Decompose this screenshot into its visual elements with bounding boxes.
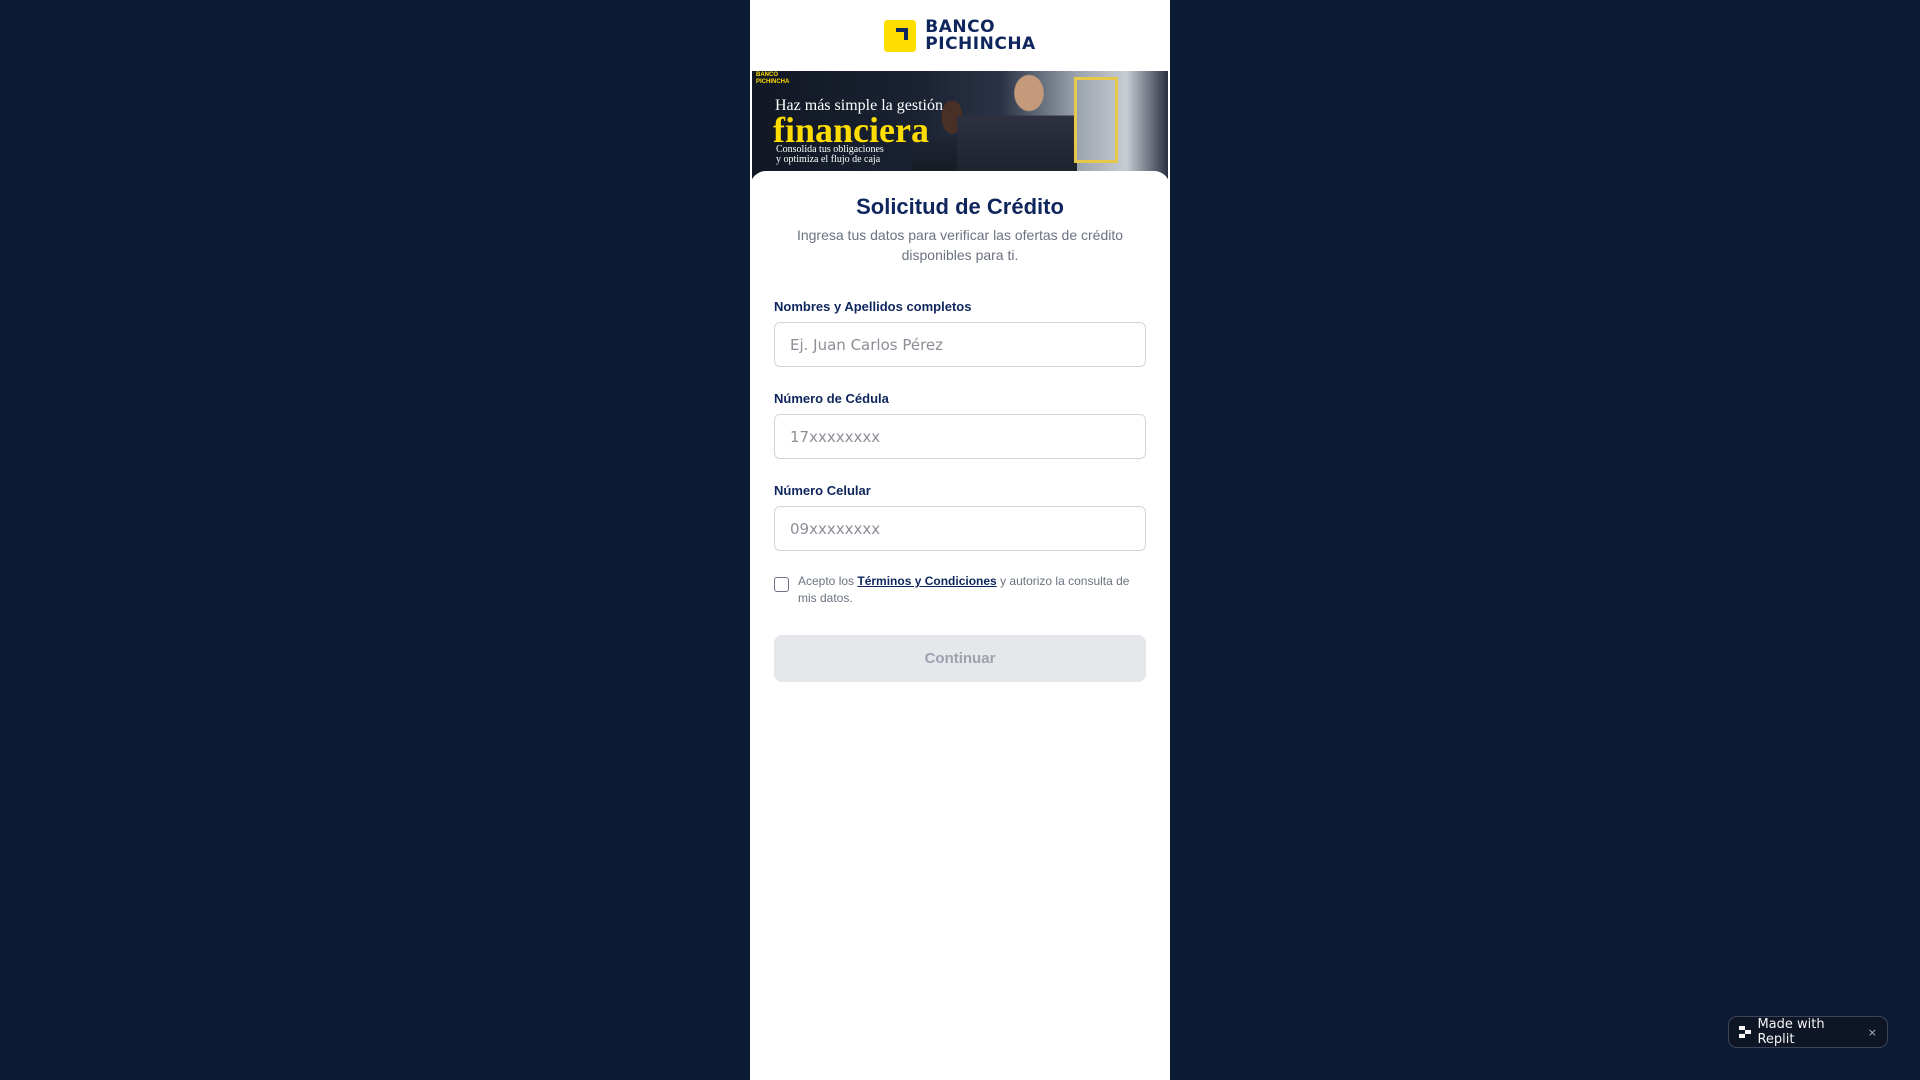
banner-foot-text: Consolida tus obligaciones y optimiza el… — [776, 144, 884, 165]
phone-input[interactable] — [774, 506, 1146, 551]
close-icon[interactable]: × — [1868, 1026, 1877, 1039]
banner-brand-small: BANCO PICHINCHA — [756, 72, 790, 85]
logo-line-1: BANCO — [925, 16, 996, 37]
credit-form-card: Solicitud de Crédito Ingresa tus datos p… — [750, 171, 1170, 682]
made-with-replit-badge[interactable]: Made with Replit × — [1728, 1016, 1888, 1048]
terms-row: Acepto los Términos y Condiciones y auto… — [774, 573, 1146, 607]
banner-frame-graphic — [1074, 77, 1118, 163]
terms-text: Acepto los Términos y Condiciones y auto… — [798, 574, 1130, 605]
full-name-label: Nombres y Apellidos completos — [774, 299, 972, 314]
full-name-input[interactable] — [774, 322, 1146, 367]
terms-checkbox[interactable] — [774, 577, 789, 592]
replit-badge-label: Made with Replit — [1757, 1017, 1825, 1047]
cedula-label: Número de Cédula — [774, 391, 889, 406]
banco-pichincha-logo: BANCO PICHINCHA — [884, 16, 1036, 54]
continue-button[interactable]: Continuar — [774, 635, 1146, 682]
banner-person-image — [957, 71, 1077, 181]
terms-link[interactable]: Términos y Condiciones — [857, 574, 996, 588]
promo-banner: BANCO PICHINCHA Haz más simple la gestió… — [752, 71, 1168, 181]
phone-label: Número Celular — [774, 483, 871, 498]
page-subtitle: Ingresa tus datos para verificar las ofe… — [796, 227, 1124, 263]
header: BANCO PICHINCHA — [750, 0, 1170, 71]
logo-text: BANCO PICHINCHA — [925, 16, 1036, 54]
app-container: BANCO PICHINCHA BANCO PICHINCHA Haz más … — [750, 0, 1170, 1080]
replit-icon — [1739, 1026, 1752, 1038]
cedula-input[interactable] — [774, 414, 1146, 459]
logo-line-2: PICHINCHA — [925, 33, 1036, 54]
logo-mark-icon — [884, 19, 917, 52]
page-title: Solicitud de Crédito — [856, 194, 1064, 219]
